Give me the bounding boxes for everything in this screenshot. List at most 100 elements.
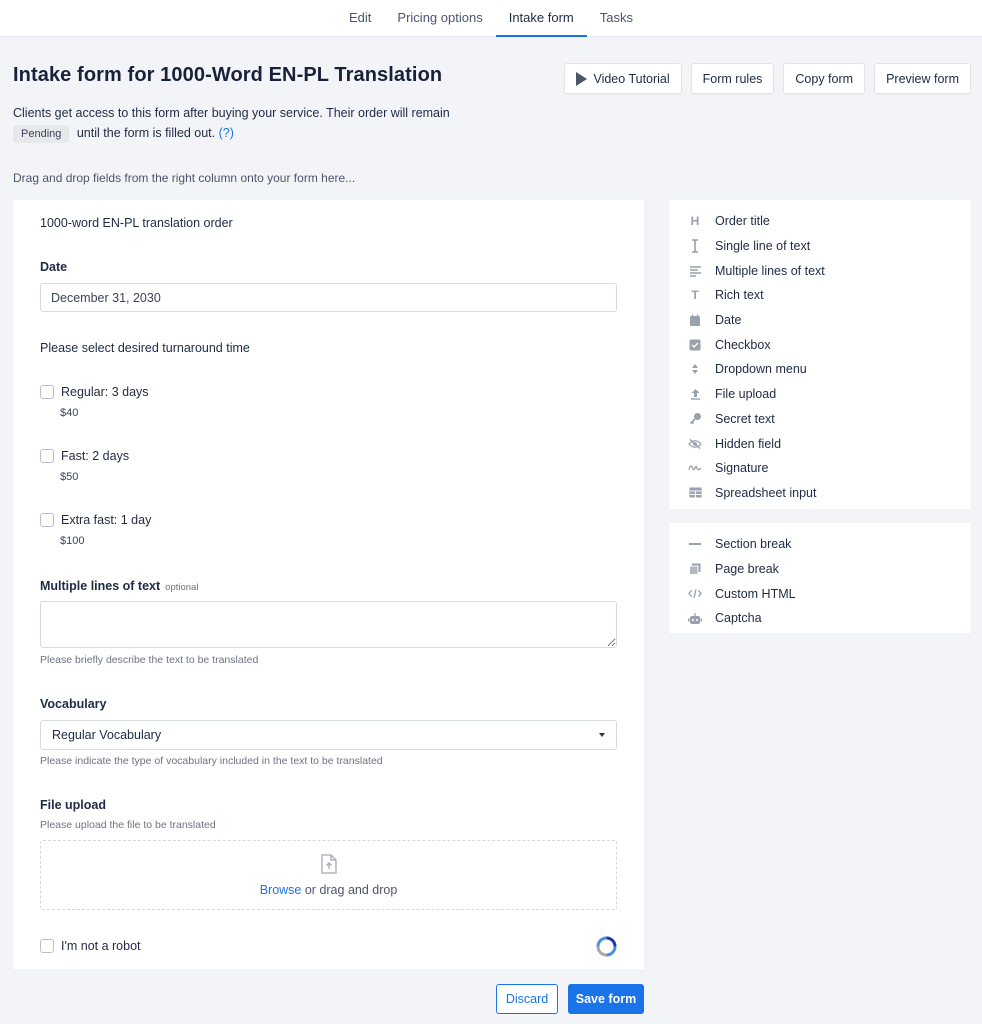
file-upload-icon [320, 853, 337, 874]
tab-pricing-options[interactable]: Pricing options [384, 0, 495, 37]
checkbox[interactable] [40, 385, 54, 399]
palette-item-order-title[interactable]: H Order title [669, 209, 971, 234]
palette-item-checkbox[interactable]: Checkbox [669, 332, 971, 357]
intake-description: Clients get access to this form after bu… [13, 103, 473, 143]
heading-icon: H [690, 214, 700, 229]
multiline-help: Please briefly describe the text to be t… [40, 654, 259, 666]
upload-icon [688, 387, 702, 401]
palette-item-label: Hidden field [715, 436, 782, 451]
caret-down-icon [599, 733, 605, 737]
palette-item-page-break[interactable]: Page break [669, 557, 971, 582]
checkbox[interactable] [40, 449, 54, 463]
palette-item-label: Custom HTML [715, 586, 796, 601]
palette-item-date[interactable]: Date [669, 308, 971, 333]
palette-item-label: Signature [715, 461, 769, 476]
palette-item-label: Date [715, 313, 742, 328]
optional-tag: optional [165, 582, 199, 593]
checkbox[interactable] [40, 513, 54, 527]
browse-link[interactable]: Browse [260, 883, 302, 897]
video-tutorial-label: Video Tutorial [593, 71, 670, 86]
layout-palette: Section break Page break Custom HTML Cap… [669, 523, 971, 633]
file-dropzone[interactable]: Browse or drag and drop [40, 840, 617, 910]
palette-item-label: Page break [715, 562, 779, 577]
preview-form-button[interactable]: Preview form [874, 63, 971, 94]
robot-icon [688, 611, 702, 625]
date-input[interactable] [40, 283, 617, 312]
palette-item-multiple-lines[interactable]: Multiple lines of text [669, 258, 971, 283]
save-form-button[interactable]: Save form [568, 984, 644, 1014]
palette-item-signature[interactable]: Signature [669, 456, 971, 481]
table-icon [688, 486, 702, 500]
tab-edit[interactable]: Edit [336, 0, 384, 37]
vocabulary-label: Vocabulary [40, 697, 107, 711]
key-icon [688, 412, 702, 426]
vocabulary-help: Please indicate the type of vocabulary i… [40, 755, 383, 767]
help-link[interactable]: (?) [219, 126, 234, 140]
vocabulary-select[interactable]: Regular Vocabulary [40, 720, 617, 750]
palette-item-secret-text[interactable]: Secret text [669, 407, 971, 432]
turnaround-option-extra-fast[interactable]: Extra fast: 1 day [40, 513, 151, 527]
palette-item-hidden-field[interactable]: Hidden field [669, 431, 971, 456]
palette-item-spreadsheet[interactable]: Spreadsheet input [669, 481, 971, 506]
palette-item-label: Order title [715, 214, 770, 229]
multiline-label: Multiple lines of text optional [40, 579, 198, 593]
option-price: $40 [60, 407, 79, 419]
option-label: Fast: 2 days [61, 449, 130, 463]
rich-text-icon: T [691, 288, 699, 303]
lines-icon [688, 264, 702, 278]
tab-intake-form[interactable]: Intake form [495, 0, 587, 37]
palette-item-label: Checkbox [715, 337, 771, 352]
checkbox-icon [688, 338, 702, 352]
palette-item-single-line[interactable]: Single line of text [669, 234, 971, 259]
turnaround-option-regular[interactable]: Regular: 3 days [40, 385, 149, 399]
copy-form-button[interactable]: Copy form [783, 63, 866, 94]
page-title: Intake form for 1000-Word EN-PL Translat… [13, 64, 443, 86]
palette-item-label: Rich text [715, 288, 764, 303]
palette-item-label: Single line of text [715, 239, 811, 254]
code-icon [688, 587, 702, 601]
form-order-title[interactable]: 1000-word EN-PL translation order [40, 216, 233, 230]
option-price: $50 [60, 471, 79, 483]
tab-tasks[interactable]: Tasks [587, 0, 646, 37]
discard-button[interactable]: Discard [496, 984, 558, 1014]
option-price: $100 [60, 535, 85, 547]
video-tutorial-button[interactable]: Video Tutorial [564, 63, 682, 94]
top-tab-bar: Edit Pricing options Intake form Tasks [0, 0, 982, 37]
palette-item-label: Captcha [715, 611, 762, 626]
form-rules-button[interactable]: Form rules [690, 63, 775, 94]
text-cursor-icon [688, 239, 702, 253]
dropdown-icon [688, 362, 702, 376]
turnaround-option-fast[interactable]: Fast: 2 days [40, 449, 129, 463]
palette-item-captcha[interactable]: Captcha [669, 606, 971, 631]
palette-item-label: Dropdown menu [715, 362, 807, 377]
form-canvas: 1000-word EN-PL translation order Date P… [13, 200, 644, 969]
file-upload-help: Please upload the file to be translated [40, 819, 216, 831]
palette-item-label: Spreadsheet input [715, 485, 817, 500]
multiline-label-text: Multiple lines of text [40, 579, 161, 593]
calendar-icon [688, 313, 702, 327]
captcha-checkbox[interactable] [40, 939, 54, 953]
file-upload-label: File upload [40, 798, 106, 812]
palette-item-custom-html[interactable]: Custom HTML [669, 581, 971, 606]
turnaround-question: Please select desired turnaround time [40, 341, 250, 355]
palette-item-label: Secret text [715, 411, 775, 426]
palette-item-label: File upload [715, 387, 777, 402]
multiline-textarea[interactable] [40, 601, 617, 648]
captcha-label: I'm not a robot [61, 939, 141, 953]
palette-item-dropdown[interactable]: Dropdown menu [669, 357, 971, 382]
header-actions: Video Tutorial Form rules Copy form Prev… [564, 63, 971, 94]
play-icon [576, 71, 588, 86]
palette-item-section-break[interactable]: Section break [669, 532, 971, 557]
option-label: Regular: 3 days [61, 385, 149, 399]
palette-item-file-upload[interactable]: File upload [669, 382, 971, 407]
date-label: Date [40, 260, 68, 274]
dropzone-text: Browse or drag and drop [260, 883, 398, 897]
option-label: Extra fast: 1 day [61, 513, 152, 527]
palette-item-rich-text[interactable]: T Rich text [669, 283, 971, 308]
palette-item-label: Section break [715, 537, 792, 552]
status-badge: Pending [13, 125, 70, 143]
captcha-row[interactable]: I'm not a robot [40, 939, 141, 953]
description-text: Clients get access to this form after bu… [13, 106, 450, 120]
recaptcha-logo-icon [596, 936, 617, 957]
vocabulary-selected-value: Regular Vocabulary [52, 728, 162, 742]
